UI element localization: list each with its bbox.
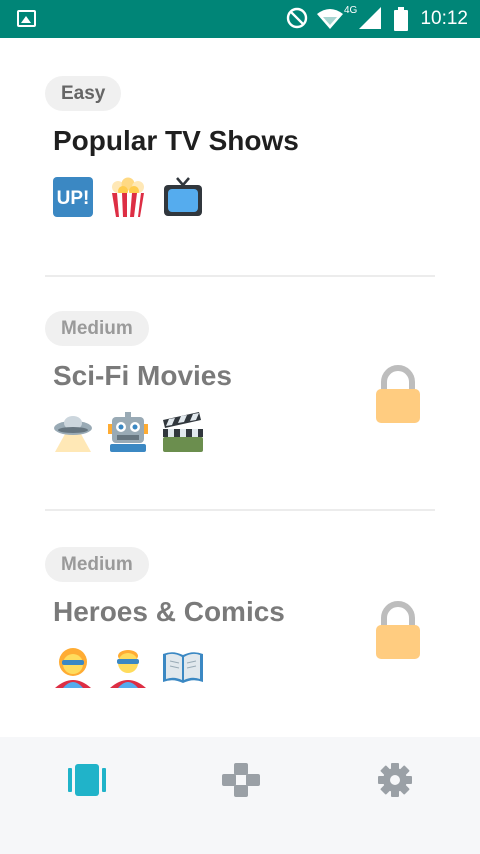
up-button-icon: UP! (53, 177, 93, 217)
television-icon (164, 177, 202, 216)
lock-icon (376, 365, 420, 423)
category-emojis (53, 412, 213, 452)
difficulty-badge: Medium (45, 547, 149, 582)
category-title: Heroes & Comics (53, 596, 285, 627)
ufo-icon (54, 416, 92, 452)
category-emojis: UP! (53, 177, 213, 217)
settings-icon (378, 763, 412, 797)
category-card-sci-fi-movies[interactable]: Medium Sci-Fi Movies (0, 277, 480, 509)
superhero-man-icon (110, 650, 146, 688)
category-emojis (53, 648, 213, 688)
category-card-popular-tv-shows[interactable]: Easy Popular TV Shows UP! (0, 0, 480, 275)
category-card-heroes-comics[interactable]: Medium Heroes & Comics (0, 511, 480, 737)
nav-settings-tab[interactable] (365, 762, 425, 802)
superhero-woman-icon (55, 648, 91, 688)
open-book-icon (163, 652, 203, 683)
bottom-navigation (0, 737, 480, 854)
up-button-text: UP! (57, 188, 90, 209)
popcorn-icon (112, 177, 144, 217)
difficulty-badge: Easy (45, 76, 122, 111)
category-title: Popular TV Shows (53, 125, 299, 156)
difficulty-badge: Medium (45, 311, 149, 346)
nav-cards-tab[interactable] (57, 762, 117, 802)
clapper-board-icon (163, 412, 203, 452)
gamepad-icon (222, 763, 260, 797)
lock-icon (376, 601, 420, 659)
category-title: Sci-Fi Movies (53, 360, 232, 391)
nav-game-tab[interactable] (211, 762, 271, 802)
robot-icon (108, 412, 148, 452)
cards-icon (68, 764, 106, 796)
